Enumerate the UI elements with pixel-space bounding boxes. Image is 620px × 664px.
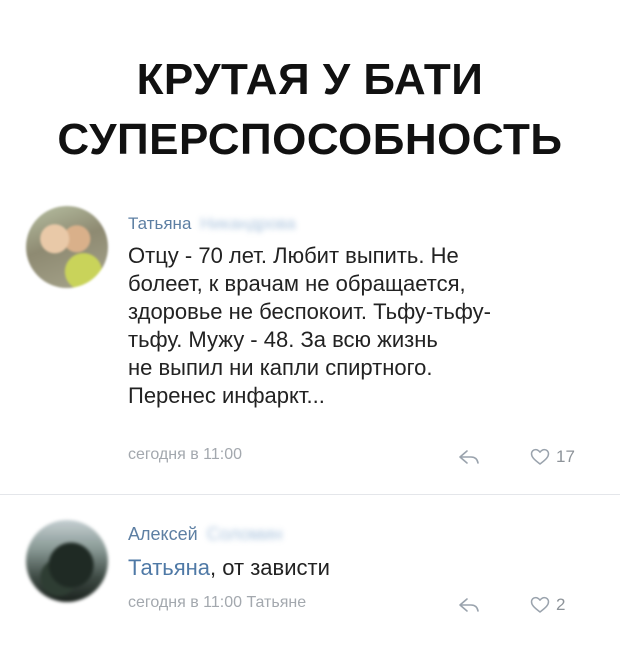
reply-arrow-icon[interactable] [458,448,480,466]
heart-outline-icon[interactable] [530,596,550,614]
comment-timestamp[interactable]: сегодня в 11:00 Татьяне [128,594,306,612]
like-count: 2 [556,595,566,614]
comment-text: Отцу - 70 лет. Любит выпить. Не болеет, … [128,242,608,410]
reply-arrow-icon[interactable] [458,596,480,614]
reply-text: , от зависти [210,555,330,580]
comment-text-line: болеет, к врачам не обращается, [128,271,466,296]
author-first-name[interactable]: Алексей [128,524,198,544]
reply-mention-link[interactable]: Татьяна [128,555,210,580]
comment-text-line: не выпил ни капли спиртного. [128,355,433,380]
comment-author[interactable]: Алексей Соломин [128,524,282,545]
meme-title-line-2: СУПЕРСПОСОБНОСТЬ [57,115,563,164]
comment-timestamp[interactable]: сегодня в 11:00 [128,446,242,464]
heart-outline-icon[interactable] [530,448,550,466]
like-button[interactable]: 2 [530,594,565,616]
author-first-name[interactable]: Татьяна [128,214,191,233]
meme-title-line-1: КРУТАЯ У БАТИ [136,55,484,104]
author-last-name-blurred[interactable]: Соломин [207,524,283,545]
comment-text-line: Татьяна, от зависти [128,554,608,582]
comment-divider [0,494,620,495]
comment-text: Татьяна, от зависти [128,554,608,582]
comment-text-line: Перенес инфаркт... [128,383,325,408]
comment-meta: сегодня в 11:00 Татьяне 2 [0,594,620,618]
comment-meta: сегодня в 11:00 17 [0,446,620,470]
like-count: 17 [556,447,575,466]
avatar[interactable] [26,520,108,602]
avatar[interactable] [26,206,108,288]
meme-title: КРУТАЯ У БАТИ СУПЕРСПОСОБНОСТЬ [0,50,620,170]
like-button[interactable]: 17 [530,446,575,468]
comment-author[interactable]: Татьяна Никандрова [128,214,296,234]
comment-text-line: тьфу. Мужу - 48. За всю жизнь [128,327,438,352]
comment-text-line: здоровье не беспокоит. Тьфу-тьфу- [128,299,491,324]
comment-text-line: Отцу - 70 лет. Любит выпить. Не [128,243,459,268]
author-last-name-blurred[interactable]: Никандрова [200,214,296,234]
